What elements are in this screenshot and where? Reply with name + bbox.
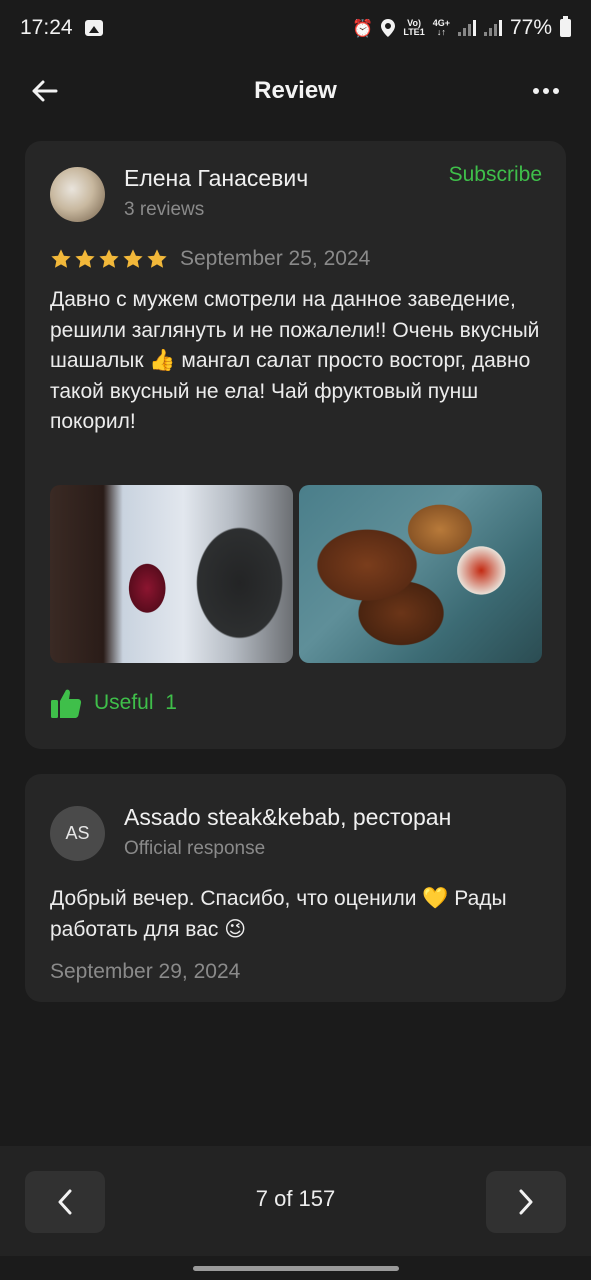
reviewer-review-count: 3 reviews (124, 199, 205, 220)
battery-icon (560, 16, 571, 37)
rating-row: September 25, 2024 (50, 247, 370, 271)
response-text: Добрый вечер. Спасибо, что оценили 💛 Рад… (50, 887, 507, 941)
star-icon (147, 249, 167, 268)
top-app-bar: Review (0, 60, 591, 122)
useful-button[interactable]: Useful 1 (50, 687, 177, 719)
subscribe-button[interactable]: Subscribe (449, 163, 542, 187)
status-time: 17:24 (20, 16, 73, 39)
thumbs-up-icon (51, 689, 82, 718)
useful-count: 1 (165, 691, 177, 714)
location-icon (381, 19, 396, 37)
business-avatar: AS (50, 806, 105, 861)
more-horizontal-icon (533, 88, 559, 94)
back-button[interactable] (28, 74, 62, 108)
star-icon (75, 249, 95, 268)
bottom-pagination-bar: 7 of 157 (0, 1146, 591, 1256)
battery-percent: 77% (509, 16, 552, 39)
status-right: ⏰ Vo) LTE1 4G+ ↓↑ 77% (352, 16, 571, 40)
home-indicator[interactable] (193, 1266, 399, 1271)
official-response-card: AS Assado steak&kebab, ресторан Official… (25, 774, 566, 1002)
signal-icon-2 (483, 20, 502, 36)
response-date: September 29, 2024 (50, 960, 241, 983)
reviewer-avatar[interactable] (50, 167, 105, 222)
review-date: September 25, 2024 (180, 247, 371, 270)
review-photo-tea[interactable] (50, 485, 293, 663)
official-response-label: Official response (124, 838, 266, 859)
signal-icon-1 (457, 20, 476, 36)
review-text: Давно с мужем смотрели на данное заведен… (50, 288, 540, 434)
review-photos (50, 485, 542, 663)
status-left: 17:24 (20, 16, 103, 40)
review-card: Елена Ганасевич 3 reviews Subscribe Sept… (25, 141, 566, 749)
useful-label: Useful 1 (94, 691, 177, 714)
status-bar: 17:24 ⏰ Vo) LTE1 4G+ ↓↑ 77% (0, 0, 591, 56)
next-review-button[interactable] (486, 1171, 566, 1233)
network-type-indicator: 4G+ ↓↑ (432, 18, 450, 37)
star-icon (123, 249, 143, 268)
gallery-notification-icon (84, 20, 103, 36)
arrow-left-icon (32, 80, 58, 102)
business-name[interactable]: Assado steak&kebab, ресторан (124, 804, 451, 831)
star-icon (99, 249, 119, 268)
reviewer-name[interactable]: Елена Ганасевич (124, 165, 308, 192)
more-options-button[interactable] (529, 74, 563, 108)
alarm-icon: ⏰ (352, 18, 374, 38)
star-icon (51, 249, 71, 268)
chevron-right-icon (519, 1189, 533, 1215)
review-photo-kebab[interactable] (299, 485, 542, 663)
star-rating (50, 248, 168, 270)
volte-indicator: Vo) LTE1 (403, 18, 425, 37)
page-title: Review (254, 77, 337, 104)
data-arrows-icon: ↓↑ (436, 27, 446, 37)
